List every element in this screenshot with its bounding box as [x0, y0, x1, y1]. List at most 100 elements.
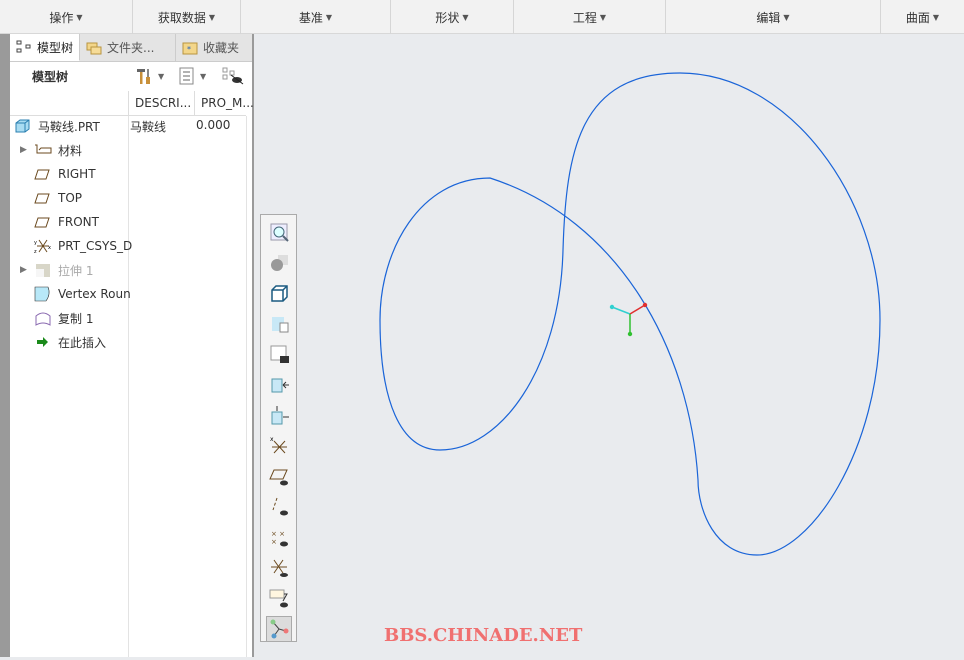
tree-item-label: TOP [58, 191, 83, 205]
menu-label: 工程 [572, 10, 597, 25]
svg-text:x: x [48, 245, 51, 251]
svg-text:z: z [34, 249, 37, 254]
menu-label: 形状 [435, 10, 460, 25]
menu-get-data[interactable]: 获取数据 ▼ [133, 0, 241, 34]
chevron-down-icon: ▼ [208, 12, 216, 22]
plane-display-button[interactable] [266, 463, 292, 489]
svg-text:×: × [271, 538, 277, 546]
tree-item-top[interactable]: TOP [34, 186, 152, 210]
expand-arrow-icon[interactable]: ▶ [20, 265, 34, 275]
tab-label: 模型树 [37, 40, 74, 55]
chevron-down-icon: ▼ [200, 71, 207, 81]
favorites-folder-icon: * [182, 42, 198, 54]
view-normal-icon [271, 378, 289, 393]
left-border [0, 34, 10, 657]
zoom-icon [270, 223, 289, 242]
menu-label: 基准 [298, 10, 323, 25]
view-snapshot-button[interactable] [266, 341, 292, 367]
svg-text:× ×: × × [271, 530, 285, 538]
menu-surfaces[interactable]: 曲面 ▼ [881, 0, 964, 34]
datum-display-icon: x [270, 436, 287, 454]
chevron-down-icon: ▼ [783, 12, 790, 22]
spin-center-button[interactable] [266, 615, 292, 642]
tree-item-label: 马鞍线.PRT [38, 119, 100, 134]
display-style-button[interactable] [266, 280, 292, 306]
tab-label: 文件夹... [107, 41, 155, 55]
datum-display-button[interactable]: x [266, 433, 292, 459]
menu-engineering[interactable]: 工程 ▼ [514, 0, 666, 34]
extrude-icon [36, 264, 50, 277]
tree-item-label: 材料 [58, 143, 83, 158]
tree-item-label: 拉伸 1 [58, 263, 94, 278]
chevron-down-icon: ▼ [325, 12, 333, 22]
csys-display-button[interactable] [266, 555, 292, 581]
csys-icon: yz x [34, 239, 51, 254]
tree-item-label: RIGHT [58, 167, 96, 181]
folder-icon [86, 42, 102, 54]
tree-item-label: 在此插入 [58, 335, 107, 350]
saved-views-button[interactable] [266, 311, 292, 337]
datum-plane-icon [34, 193, 50, 204]
tree-item-front[interactable]: FRONT [34, 210, 152, 234]
tab-label: 收藏夹 [203, 41, 240, 55]
show-button[interactable]: ▼ [178, 67, 206, 85]
chevron-down-icon: ▼ [76, 12, 83, 22]
datum-plane-icon [34, 217, 50, 228]
tree-filter-button[interactable] [222, 67, 244, 85]
tree-item-extrude[interactable]: ▶ 拉伸 1 [20, 258, 138, 282]
tree-item-csys[interactable]: y z x PRT_CSYS_D [34, 234, 152, 258]
tree-visibility-icon [222, 67, 244, 85]
point-display-icon: × ×× [271, 530, 288, 546]
tree-item-label: FRONT [58, 215, 99, 229]
tree-item-insert-here[interactable]: 在此插入 [34, 330, 152, 354]
tab-favorites[interactable]: * 收藏夹 [176, 34, 252, 61]
view-toolbar: x × × × [260, 214, 297, 642]
view-orient-button[interactable] [266, 402, 292, 428]
menu-edit[interactable]: 编辑 ▼ [666, 0, 881, 34]
expand-arrow-icon[interactable]: ▶ [20, 145, 34, 155]
tree-item-copy[interactable]: 复制 1 [34, 306, 152, 330]
plane-display-icon [268, 469, 288, 485]
chevron-down-icon: ▼ [932, 12, 940, 22]
column-description[interactable]: DESCRI... [128, 91, 194, 116]
tree-item-right[interactable]: RIGHT [34, 162, 152, 186]
round-icon [34, 286, 50, 302]
view-orient-icon [271, 405, 289, 424]
model-tree-icon [16, 40, 31, 53]
menu-operations[interactable]: 操作 ▼ [0, 0, 133, 34]
csys-display-icon [270, 559, 288, 577]
tree-item-vertex-round[interactable]: Vertex Roun [34, 282, 152, 306]
view-snapshot-icon [270, 345, 289, 363]
column-pro-mass[interactable]: PRO_M... [194, 91, 254, 116]
axis-display-icon [272, 497, 288, 516]
tree-item-label: Vertex Roun [58, 287, 131, 301]
zoom-button[interactable] [266, 219, 292, 245]
material-icon [35, 144, 52, 154]
annotation-display-icon [269, 589, 288, 607]
tab-model-tree[interactable]: 模型树 [10, 34, 80, 61]
panel-title: 模型树 [32, 69, 69, 84]
menu-datum[interactable]: 基准 ▼ [241, 0, 391, 34]
tab-folder[interactable]: 文件夹... [80, 34, 176, 61]
settings-tools-button[interactable]: ▼ [134, 67, 164, 85]
tree-item-label: 复制 1 [58, 311, 94, 326]
menu-label: 曲面 [905, 10, 930, 25]
model-tree-panel: 模型树 文件夹... * 收藏夹 模型树 ▼ ▼ DESCRI... PRO_M.… [10, 34, 254, 657]
annotation-display-button[interactable] [266, 585, 292, 611]
svg-text:*: * [187, 45, 191, 54]
appearance-button[interactable] [266, 250, 292, 276]
axis-display-button[interactable] [266, 494, 292, 520]
saved-views-icon [271, 317, 288, 333]
view-normal-button[interactable] [266, 372, 292, 398]
watermark: BBS.CHINADE.NET [384, 625, 583, 646]
graphics-area[interactable] [256, 34, 964, 657]
svg-text:y: y [34, 240, 37, 246]
tree-item-material[interactable]: ▶ 材料 [20, 138, 138, 162]
csys-triad-icon [609, 302, 648, 337]
tree-item-part[interactable]: 马鞍线.PRT [14, 114, 132, 138]
insert-arrow-icon [37, 337, 48, 347]
tree-item-label: PRT_CSYS_D [58, 239, 133, 253]
menu-shapes[interactable]: 形状 ▼ [391, 0, 514, 34]
chevron-down-icon: ▼ [599, 12, 607, 22]
point-display-button[interactable]: × × × [266, 524, 292, 550]
